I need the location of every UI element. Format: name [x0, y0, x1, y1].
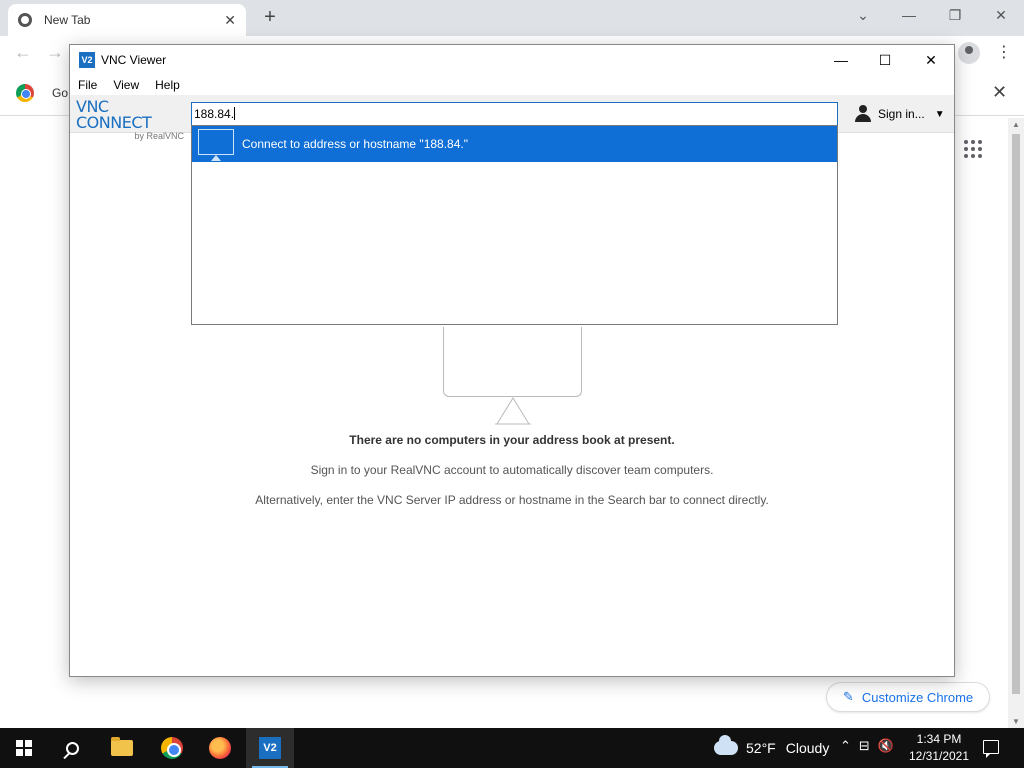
tab-search-chevron-icon[interactable]: ⌄	[840, 4, 886, 28]
chrome-favicon-icon	[18, 13, 32, 27]
menu-view[interactable]: View	[105, 78, 147, 92]
browser-minimize-button[interactable]: —	[886, 4, 932, 28]
sign-in-label: Sign in...	[878, 107, 925, 121]
scroll-down-icon[interactable]: ▼	[1012, 717, 1020, 726]
customize-chrome-label: Customize Chrome	[861, 689, 974, 705]
search-input-value: 188.84.	[194, 107, 235, 121]
taskbar-firefox[interactable]	[196, 728, 244, 768]
monitor-stand-icon	[495, 397, 531, 425]
weather-condition: Cloudy	[785, 740, 830, 756]
taskbar-search-button[interactable]	[48, 728, 96, 768]
vnc-viewer-window: V2 VNC Viewer — ☐ ✕ File View Help VNC C…	[69, 44, 955, 677]
google-chrome-icon	[16, 84, 34, 102]
empty-state-search-hint: Alternatively, enter the VNC Server IP a…	[255, 493, 769, 507]
cloud-icon	[714, 735, 738, 755]
vnc-viewer-icon: V2	[259, 737, 281, 759]
empty-state-signin-hint: Sign in to your RealVNC account to autom…	[310, 463, 714, 477]
windows-logo-icon	[16, 740, 32, 756]
tab-title: New Tab	[44, 13, 91, 27]
monitor-screen-outline	[443, 327, 582, 397]
page-scrollbar[interactable]: ▲ ▼	[1008, 118, 1024, 728]
dropdown-caret-icon: ▼	[934, 108, 945, 120]
empty-monitor-illustration	[443, 327, 582, 427]
forward-arrow-icon[interactable]: →	[46, 42, 64, 63]
browser-close-button[interactable]: ✕	[978, 4, 1024, 28]
volume-muted-icon[interactable]: 🔇	[878, 738, 894, 754]
pencil-icon: ✎	[843, 689, 854, 704]
system-tray: ⌃ ⊟ 🔇	[840, 738, 894, 754]
taskbar-chrome[interactable]	[148, 728, 196, 768]
vnc-window-title: VNC Viewer	[101, 53, 167, 67]
chevron-up-icon[interactable]: ⌃	[840, 738, 851, 754]
google-apps-icon[interactable]	[964, 140, 982, 158]
connect-suggestion-item[interactable]: Connect to address or hostname "188.84."	[192, 126, 837, 162]
chrome-icon	[161, 737, 183, 759]
vnc-menubar: File View Help	[70, 75, 954, 95]
chrome-menu-icon[interactable]: ⋮	[996, 42, 1012, 62]
suggestion-label: Connect to address or hostname "188.84."	[242, 137, 468, 151]
browser-restore-button[interactable]: ❐	[932, 4, 978, 28]
text-caret	[234, 107, 236, 120]
taskbar-vnc-viewer[interactable]: V2	[246, 728, 294, 768]
user-icon	[854, 105, 872, 123]
monitor-icon	[198, 127, 234, 161]
profile-avatar-icon[interactable]	[958, 42, 980, 64]
network-icon[interactable]: ⊟	[859, 738, 870, 754]
clock-time: 1:34 PM	[916, 732, 962, 746]
vnc-logo-text: VNC CONNECT	[76, 97, 152, 132]
menu-file[interactable]: File	[70, 78, 105, 92]
vnc-minimize-button[interactable]: —	[818, 45, 864, 75]
customize-chrome-button[interactable]: ✎ Customize Chrome	[826, 682, 990, 712]
taskbar-file-explorer[interactable]	[98, 728, 146, 768]
empty-state-heading: There are no computers in your address b…	[349, 433, 675, 447]
vnc-close-button[interactable]: ✕	[908, 45, 954, 75]
folder-icon	[111, 737, 133, 756]
sign-in-button[interactable]: Sign in... ▼	[854, 105, 945, 123]
menu-help[interactable]: Help	[147, 78, 188, 92]
firefox-icon	[209, 737, 231, 759]
vnc-connect-logo: VNC CONNECT by RealVNC	[76, 97, 186, 142]
vnc-titlebar: V2 VNC Viewer — ☐ ✕	[70, 45, 954, 75]
vnc-search-input[interactable]: 188.84.	[191, 102, 838, 126]
system-clock[interactable]: 1:34 PM 12/31/2021	[904, 731, 974, 765]
back-arrow-icon[interactable]: ←	[14, 42, 32, 63]
search-suggestion-dropdown: Connect to address or hostname "188.84."	[191, 125, 838, 325]
browser-tab[interactable]: New Tab ✕	[8, 4, 246, 36]
scroll-up-icon[interactable]: ▲	[1012, 120, 1020, 129]
scrollbar-thumb[interactable]	[1012, 134, 1020, 694]
tab-close-icon[interactable]: ✕	[224, 12, 236, 29]
bookmark-label[interactable]: Go	[52, 86, 68, 100]
weather-widget[interactable]: 52°F Cloudy	[714, 730, 829, 766]
vnc-logo-subtext: by RealVNC	[134, 131, 184, 141]
weather-temperature: 52°F	[746, 740, 776, 756]
clock-date: 12/31/2021	[908, 749, 970, 763]
bookmark-bar-close-icon[interactable]: ✕	[992, 82, 1007, 103]
vnc-maximize-button[interactable]: ☐	[862, 45, 908, 75]
notification-center-icon[interactable]	[983, 740, 999, 758]
start-button[interactable]	[0, 728, 48, 768]
vnc-app-icon: V2	[79, 52, 95, 68]
search-icon	[65, 741, 79, 755]
new-tab-button[interactable]: +	[258, 6, 282, 30]
